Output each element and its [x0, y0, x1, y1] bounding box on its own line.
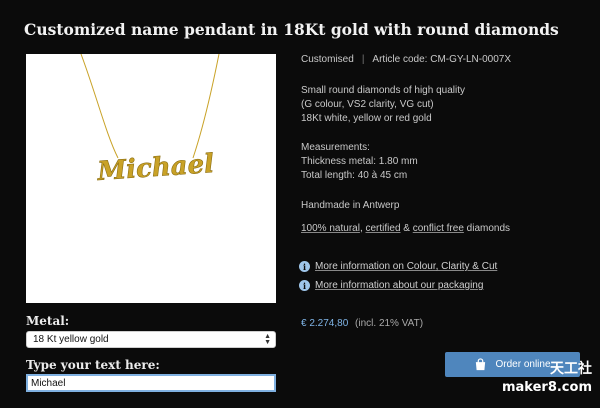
select-arrows-icon: ▲ ▼ — [264, 333, 271, 346]
product-description: Small round diamonds of high quality (G … — [301, 84, 465, 126]
diamond-features: 100% natural, certified & conflict free … — [301, 222, 510, 236]
handmade-note: Handmade in Antwerp — [301, 200, 400, 211]
category-label: Customised — [301, 54, 354, 65]
measurements-heading: Measurements: — [301, 142, 370, 153]
features-separator: & — [400, 223, 413, 234]
watermark-top: 天工社 — [550, 361, 592, 377]
metal-label: Metal: — [26, 314, 70, 328]
watermark: 天工社 maker8.com — [502, 362, 592, 394]
price-vat-note: (incl. 21% VAT) — [355, 318, 424, 329]
measurements: Measurements: Thickness metal: 1.80 mm T… — [301, 141, 418, 183]
price: € 2.274,80 (incl. 21% VAT) — [301, 318, 423, 329]
metal-select-value: 18 Kt yellow gold — [33, 334, 109, 345]
natural-link[interactable]: 100% natural — [301, 223, 360, 234]
product-image[interactable]: Michael — [26, 54, 276, 303]
info-icon: i — [299, 280, 310, 291]
description-line: 18Kt white, yellow or red gold — [301, 113, 432, 124]
watermark-bottom: maker8.com — [501, 380, 592, 395]
metal-select[interactable]: 18 Kt yellow gold ▲ ▼ — [26, 331, 276, 348]
pendant-name-text: Michael — [95, 149, 215, 187]
pendant-illustration: Michael — [80, 54, 220, 187]
colour-clarity-info-link[interactable]: i More information on Colour, Clarity & … — [299, 261, 497, 272]
product-title: Customized name pendant in 18Kt gold wit… — [24, 20, 559, 39]
description-line: (G colour, VS2 clarity, VG cut) — [301, 99, 434, 110]
conflict-free-link[interactable]: conflict free — [413, 223, 464, 234]
certified-link[interactable]: certified — [366, 223, 401, 234]
link-label[interactable]: More information about our packaging — [315, 280, 483, 291]
custom-text-label: Type your text here: — [26, 358, 160, 372]
article-code: Article code: CM-GY-LN-0007X — [372, 54, 511, 65]
shopping-bag-icon — [476, 358, 486, 371]
packaging-info-link[interactable]: i More information about our packaging — [299, 280, 483, 291]
meta-separator: | — [361, 54, 365, 65]
info-icon: i — [299, 261, 310, 272]
features-suffix: diamonds — [463, 223, 511, 234]
product-meta: Customised | Article code: CM-GY-LN-0007… — [301, 53, 511, 67]
description-line: Small round diamonds of high quality — [301, 85, 465, 96]
price-amount: € 2.274,80 — [301, 318, 349, 329]
length-value: Total length: 40 à 45 cm — [301, 170, 408, 181]
link-label[interactable]: More information on Colour, Clarity & Cu… — [315, 261, 497, 272]
thickness-value: Thickness metal: 1.80 mm — [301, 156, 418, 167]
custom-text-input[interactable]: Michael — [26, 374, 276, 392]
